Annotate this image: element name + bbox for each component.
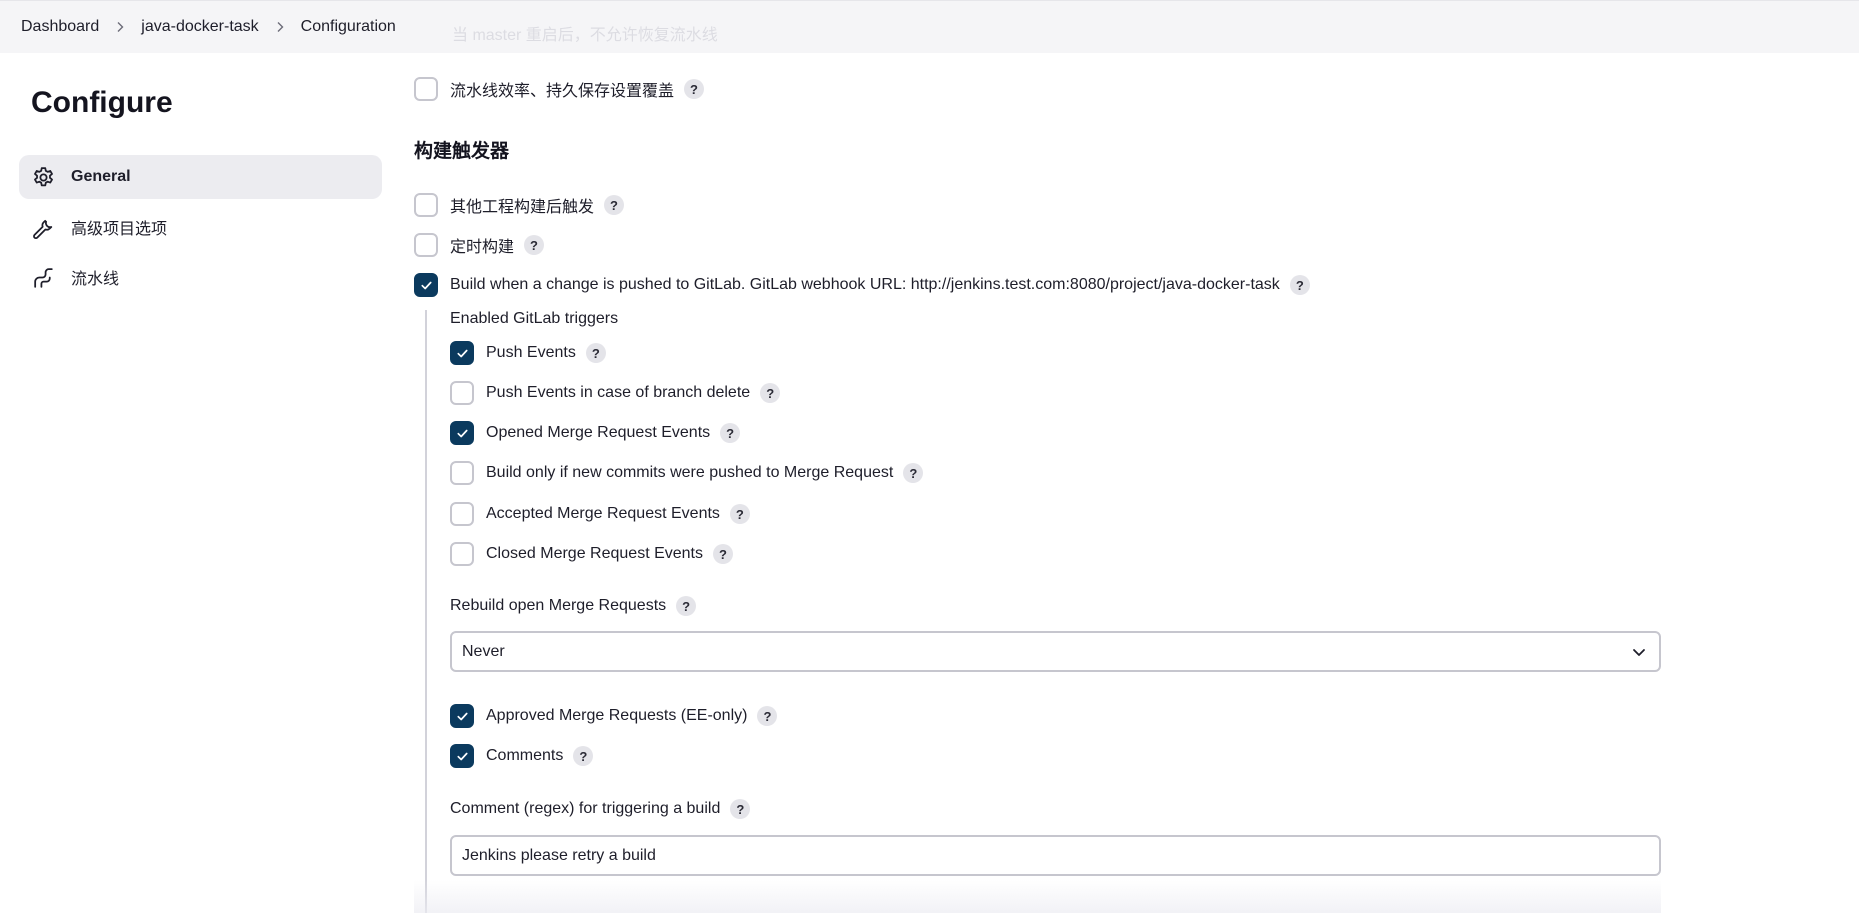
breadcrumb-dashboard[interactable]: Dashboard [21,18,99,36]
pipeline-override-option: 流水线效率、持久保存设置覆盖 ? [414,76,705,102]
trigger-option: 其他工程构建后触发 ? [414,192,625,218]
help-icon[interactable]: ? [730,799,751,819]
field-label: Rebuild open Merge Requests [450,597,667,614]
push-events-branch-delete-checkbox[interactable] [450,381,474,405]
checkbox-label: Build when a change is pushed to GitLab.… [450,276,1280,293]
help-icon[interactable]: ? [713,544,733,564]
sidebar-item-label: 高级项目选项 [71,221,168,238]
checkmark-icon [456,752,468,760]
select-value: Never [462,642,505,660]
gear-icon [31,165,56,190]
gitlab-triggers-heading: Enabled GitLab triggers [450,310,619,327]
sidebar-item-general[interactable]: General [19,155,382,199]
gitlab-option: Approved Merge Requests (EE-only) ? [450,703,778,729]
help-icon[interactable]: ? [524,235,545,255]
section-title-build-triggers: 构建触发器 [414,141,510,162]
field-label: Comment (regex) for triggering a build [450,800,721,817]
checkbox-label: 其他工程构建后触发 [450,199,595,216]
sidebar-item-advanced[interactable]: 高级项目选项 [19,205,382,249]
gitlab-option: Comments ? [450,743,594,769]
checkbox-label: Build only if new commits were pushed to… [486,464,894,481]
breadcrumb-configuration[interactable]: Configuration [301,18,396,36]
comments-checkbox[interactable] [450,744,474,768]
trigger-periodic-checkbox[interactable] [414,233,438,257]
gitlab-option: Accepted Merge Request Events ? [450,501,750,527]
help-icon[interactable]: ? [757,706,778,726]
gitlab-option: Build only if new commits were pushed to… [450,460,924,486]
sidebar-item-label: General [71,168,131,185]
gitlab-option: Opened Merge Request Events ? [450,420,741,446]
trigger-option: Build when a change is pushed to GitLab.… [414,272,1310,298]
chevron-right-icon [259,21,301,33]
push-events-checkbox[interactable] [450,341,474,365]
help-icon[interactable]: ? [573,746,594,766]
pipeline-icon [31,265,56,290]
faded-scrolled-text: 当 master 重启后，不允许恢复流水线 [452,27,718,44]
sidebar-item-label: 流水线 [71,271,120,288]
nested-section-divider [425,310,427,913]
trigger-option: 定时构建 ? [414,232,545,258]
help-icon[interactable]: ? [585,343,606,363]
breadcrumb-project[interactable]: java-docker-task [141,18,258,36]
gitlab-option: Closed Merge Request Events ? [450,541,733,567]
help-icon[interactable]: ? [720,423,741,443]
help-icon[interactable]: ? [1289,275,1310,295]
checkmark-icon [420,281,432,289]
chevron-right-icon [99,21,141,33]
chevron-down-icon [1633,648,1645,656]
checkmark-icon [456,349,468,357]
help-icon[interactable]: ? [676,596,697,616]
help-icon[interactable]: ? [760,383,781,403]
pipeline-override-checkbox[interactable] [414,77,438,101]
approved-mr-checkbox[interactable] [450,704,474,728]
accepted-mr-events-checkbox[interactable] [450,502,474,526]
rebuild-mr-select[interactable]: Never [450,631,1661,672]
sidebar-item-pipeline[interactable]: 流水线 [19,255,382,299]
checkmark-icon [456,712,468,720]
wrench-icon [31,215,56,240]
checkbox-label: Approved Merge Requests (EE-only) [486,707,748,724]
trigger-gitlab-checkbox[interactable] [414,273,438,297]
checkbox-label: Push Events [486,344,576,361]
scroll-shadow [414,880,1661,913]
checkmark-icon [456,429,468,437]
comment-regex-input[interactable] [450,835,1661,876]
help-icon[interactable]: ? [903,463,924,483]
help-icon[interactable]: ? [684,79,705,99]
trigger-upstream-checkbox[interactable] [414,193,438,217]
checkbox-label: Accepted Merge Request Events [486,505,720,522]
checkbox-label: Comments [486,747,564,764]
page-title: Configure [31,86,173,119]
help-icon[interactable]: ? [604,195,625,215]
gitlab-option: Push Events in case of branch delete ? [450,380,781,406]
new-commits-mr-checkbox[interactable] [450,461,474,485]
opened-mr-events-checkbox[interactable] [450,421,474,445]
gitlab-option: Push Events ? [450,340,606,366]
rebuild-mr-field: Rebuild open Merge Requests ? [450,596,697,616]
breadcrumb: Dashboard java-docker-task Configuration [0,0,1859,53]
help-icon[interactable]: ? [729,504,750,524]
comment-regex-field: Comment (regex) for triggering a build ? [450,799,751,819]
checkbox-label: 流水线效率、持久保存设置覆盖 [450,83,675,100]
checkbox-label: 定时构建 [450,239,515,256]
checkbox-label: Push Events in case of branch delete [486,384,751,401]
checkbox-label: Opened Merge Request Events [486,424,711,441]
checkbox-label: Closed Merge Request Events [486,545,703,562]
closed-mr-events-checkbox[interactable] [450,542,474,566]
